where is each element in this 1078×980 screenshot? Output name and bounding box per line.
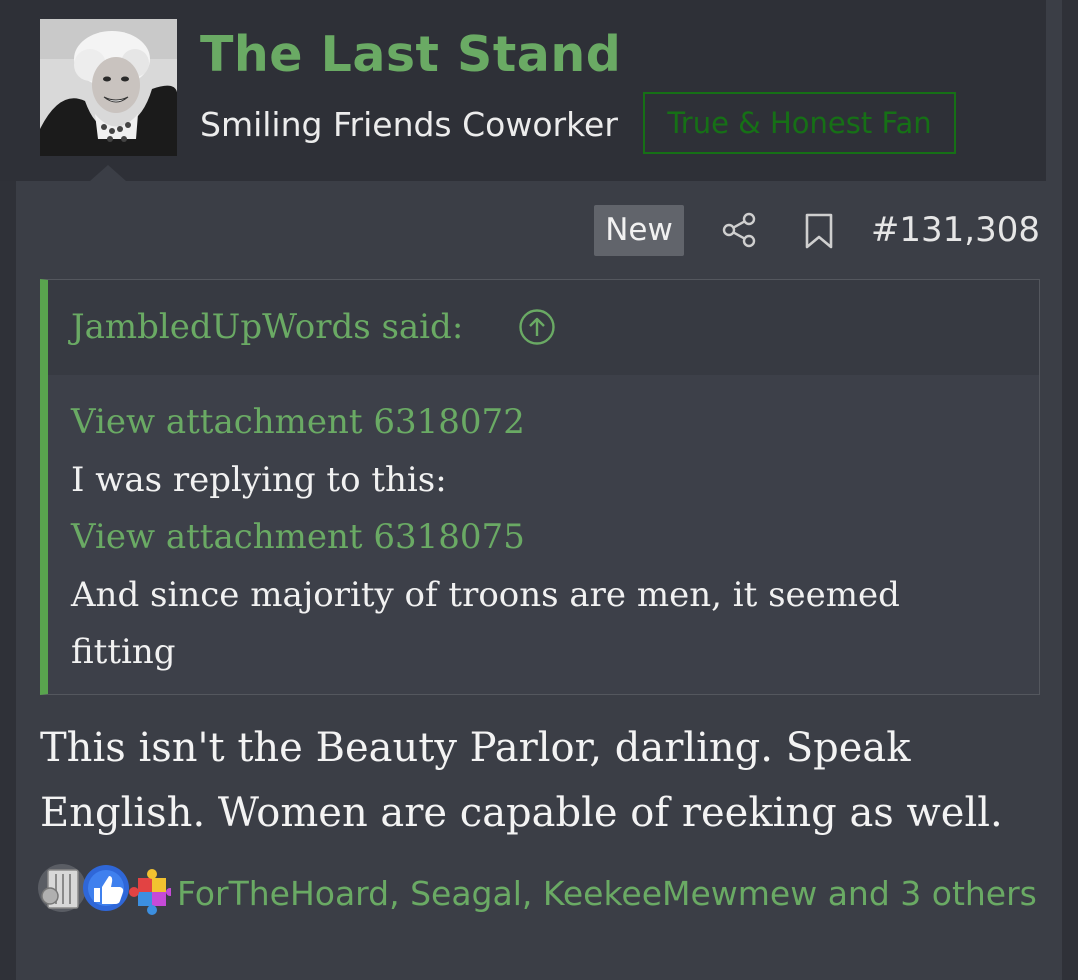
post-number-link[interactable]: #131,308 (862, 203, 1040, 258)
username[interactable]: The Last Stand (200, 24, 621, 86)
user-banner-badge: True & Honest Fan (643, 92, 956, 154)
share-icon[interactable] (720, 211, 758, 249)
post-actions-bar: New #131,308 (0, 203, 1078, 257)
quote-block: JambledUpWords said: View attachment 631… (40, 279, 1040, 695)
quote-text: I was replying to this: (71, 459, 447, 500)
forum-post: The Last Stand Smiling Friends Coworker … (0, 0, 1078, 980)
right-gutter (1062, 0, 1078, 980)
go-to-quoted-post-icon[interactable] (518, 308, 556, 346)
user-title: Smiling Friends Coworker (200, 105, 618, 144)
attachment-link[interactable]: View attachment 6318075 (71, 509, 1031, 567)
post-message: This isn't the Beauty Parlor, darling. S… (40, 725, 1003, 836)
new-badge: New (594, 205, 684, 256)
header-pointer (90, 165, 126, 181)
attachment-link[interactable]: View attachment 6318072 (71, 394, 1031, 452)
quote-content: View attachment 6318072 I was replying t… (71, 394, 1031, 682)
bookmark-icon[interactable] (803, 212, 835, 250)
user-avatar[interactable] (40, 19, 177, 156)
quote-header: JambledUpWords said: (48, 280, 1039, 375)
quote-author-link[interactable]: JambledUpWords said: (71, 306, 463, 348)
post-user-header: The Last Stand Smiling Friends Coworker … (0, 0, 1046, 181)
quote-text: And since majority of troons are men, it… (71, 574, 900, 673)
reaction-users-link[interactable]: ForTheHoard, Seagal, KeekeeMewmew and 3 … (40, 868, 1040, 919)
